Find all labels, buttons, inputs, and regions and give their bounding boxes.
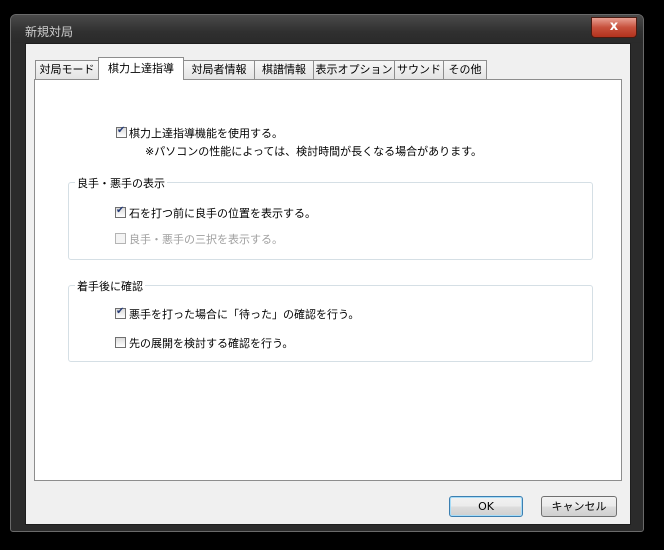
- use-guidance-label[interactable]: 棋力上達指導機能を使用する。: [129, 125, 283, 141]
- wait-confirm-label[interactable]: 悪手を打った場合に「待った」の確認を行う。: [129, 306, 359, 322]
- performance-note: ※パソコンの性能によっては、検討時間が長くなる場合があります。: [145, 145, 483, 158]
- window-title: 新規対局: [25, 25, 74, 39]
- three-choice-label[interactable]: 良手・悪手の三択を表示する。: [129, 231, 283, 247]
- close-button[interactable]: x: [591, 17, 637, 38]
- future-confirm-label[interactable]: 先の展開を検討する確認を行う。: [129, 335, 293, 351]
- tab-sound[interactable]: サウンド: [394, 60, 444, 79]
- dialog-client: 対局モード 棋力上達指導 対局者情報 棋譜情報 表示オプション サウンド その他…: [25, 43, 631, 525]
- use-guidance-checkbox[interactable]: [116, 125, 127, 138]
- title-bar[interactable]: 新規対局 x: [11, 15, 643, 43]
- tab-guidance[interactable]: 棋力上達指導: [98, 57, 184, 80]
- good-bad-group: 良手・悪手の表示 石を打つ前に良手の位置を表示する。 良手・悪手の三択を表示する…: [68, 175, 593, 260]
- good-bad-group-title: 良手・悪手の表示: [75, 175, 167, 191]
- confirm-group-title: 着手後に確認: [75, 278, 145, 294]
- confirm-group: 着手後に確認 悪手を打った場合に「待った」の確認を行う。 先の展開を検討する確認…: [68, 278, 593, 362]
- dialog-window: 新規対局 x 対局モード 棋力上達指導 対局者情報 棋譜情報 表示オプション サ…: [10, 14, 644, 532]
- future-confirm-checkbox[interactable]: [115, 337, 126, 348]
- show-good-move-checkbox[interactable]: [115, 205, 126, 218]
- tab-other[interactable]: その他: [443, 60, 487, 79]
- wait-confirm-checkbox[interactable]: [115, 306, 126, 319]
- tab-game-mode[interactable]: 対局モード: [35, 60, 99, 79]
- ok-button[interactable]: OK: [449, 496, 523, 517]
- tab-player-info[interactable]: 対局者情報: [183, 60, 255, 79]
- show-good-move-label[interactable]: 石を打つ前に良手の位置を表示する。: [129, 205, 316, 221]
- tab-record-info[interactable]: 棋譜情報: [254, 60, 314, 79]
- tab-panel: 棋力上達指導機能を使用する。 ※パソコンの性能によっては、検討時間が長くなる場合…: [34, 79, 622, 481]
- tab-display-options[interactable]: 表示オプション: [313, 60, 395, 79]
- cancel-button[interactable]: キャンセル: [541, 496, 617, 517]
- three-choice-checkbox[interactable]: [115, 233, 126, 244]
